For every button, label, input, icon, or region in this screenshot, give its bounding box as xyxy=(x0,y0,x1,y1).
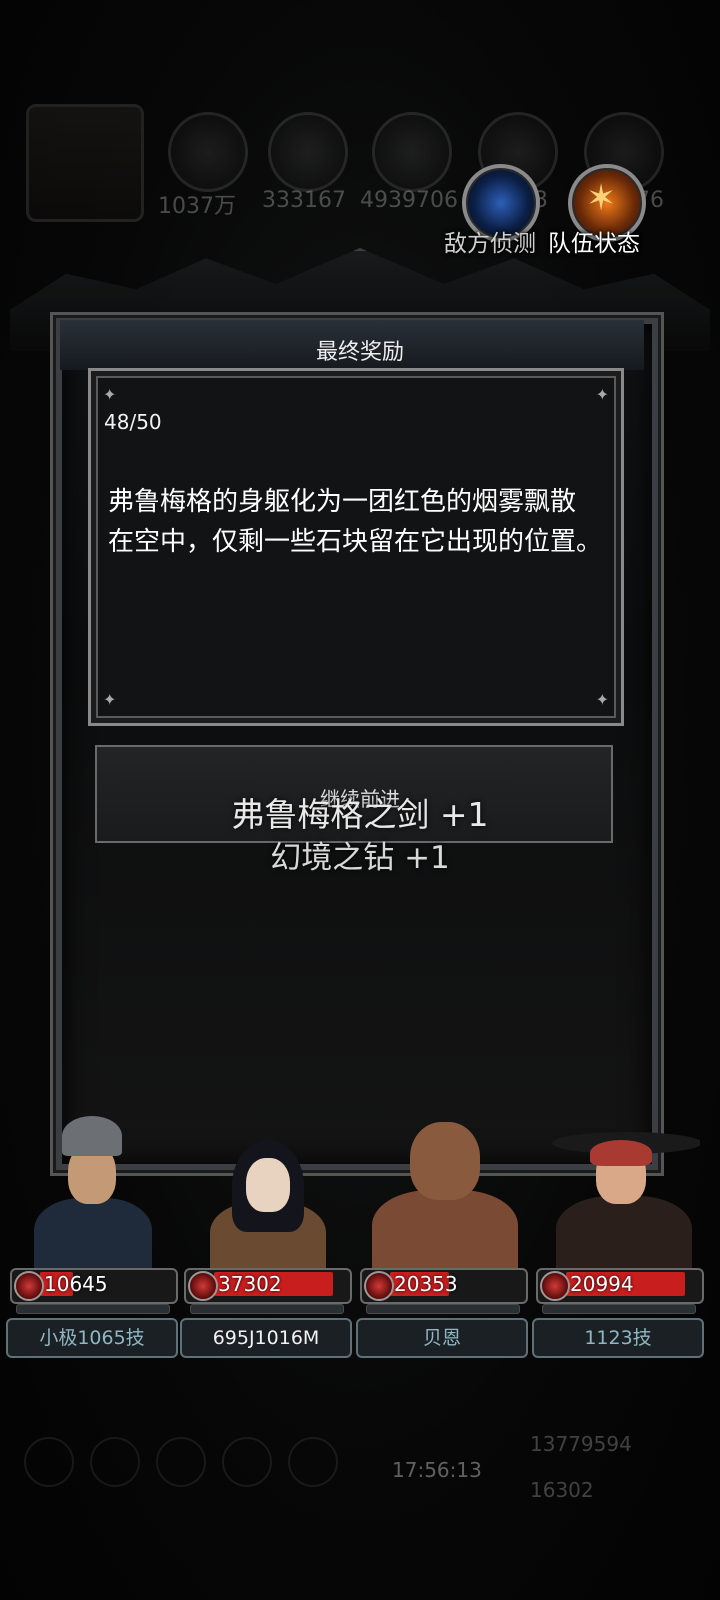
corner-star-icon: ✦ xyxy=(103,385,117,404)
menu-icon xyxy=(156,1437,206,1487)
hero-card[interactable]: 20353 贝恩 xyxy=(356,1110,528,1360)
corner-star-icon: ✦ xyxy=(595,385,609,404)
hero-name: 1123技 xyxy=(532,1318,704,1358)
energy-bar xyxy=(366,1304,520,1314)
story-line: 弗鲁梅格的身躯化为一团红色的烟雾飘散 xyxy=(108,487,577,517)
enemy-scout-label: 敌方侦测 xyxy=(444,231,536,257)
hero-portrait xyxy=(12,1110,174,1268)
hp-value: 20994 xyxy=(570,1272,634,1296)
hp-bar: 37302 xyxy=(184,1268,352,1304)
flame-icon: ✶ xyxy=(586,178,617,219)
resource-count: 333167 xyxy=(262,188,346,213)
hero-name: 贝恩 xyxy=(356,1318,528,1358)
gold-icon xyxy=(168,112,248,192)
gem-count: 16302 xyxy=(530,1478,594,1502)
gold-count: 13779594 xyxy=(530,1432,632,1456)
player-avatar xyxy=(26,104,144,222)
resource-count: 4939706 xyxy=(360,188,458,213)
hero-portrait xyxy=(362,1110,524,1268)
hp-bar: 10645 xyxy=(10,1268,178,1304)
hp-icon xyxy=(540,1271,570,1301)
hero-portrait xyxy=(538,1110,700,1268)
energy-bar xyxy=(190,1304,344,1314)
hero-card[interactable]: 37302 695J1016M xyxy=(180,1110,352,1360)
hero-card[interactable]: 20994 1123技 xyxy=(532,1110,704,1360)
hp-icon xyxy=(188,1271,218,1301)
story-line: 在空中，仅剩一些石块留在它出现的位置。 xyxy=(108,527,603,557)
game-clock: 17:56:13 xyxy=(392,1458,482,1482)
hp-icon xyxy=(364,1271,394,1301)
event-progress: 48/50 xyxy=(104,410,162,434)
resource-icon xyxy=(268,112,348,192)
panel-title: 最终奖励 xyxy=(315,340,404,365)
hero-portrait xyxy=(186,1110,348,1268)
energy-bar xyxy=(16,1304,170,1314)
resource-count: 1037万 xyxy=(158,194,236,219)
reward-item: 弗鲁梅格之剑 +1 xyxy=(231,795,489,834)
menu-icon xyxy=(222,1437,272,1487)
hp-value: 10645 xyxy=(44,1272,108,1296)
menu-icon xyxy=(24,1437,74,1487)
team-status-label: 队伍状态 xyxy=(548,231,640,257)
hero-name: 695J1016M xyxy=(180,1318,352,1358)
hero-card[interactable]: 10645 小极1065技 xyxy=(6,1110,178,1360)
hp-icon xyxy=(14,1271,44,1301)
hp-bar: 20994 xyxy=(536,1268,704,1304)
hp-bar: 20353 xyxy=(360,1268,528,1304)
stone-icon xyxy=(372,112,452,192)
corner-star-icon: ✦ xyxy=(595,690,609,709)
corner-star-icon: ✦ xyxy=(103,690,117,709)
menu-icon xyxy=(90,1437,140,1487)
reward-item: 幻境之钻 +1 xyxy=(270,840,450,876)
energy-bar xyxy=(542,1304,696,1314)
menu-icon xyxy=(288,1437,338,1487)
story-text: 弗鲁梅格的身躯化为一团红色的烟雾飘散 在空中，仅剩一些石块留在它出现的位置。 xyxy=(108,482,608,562)
hp-value: 20353 xyxy=(394,1272,458,1296)
hp-value: 37302 xyxy=(218,1272,282,1296)
hero-name: 小极1065技 xyxy=(6,1318,178,1358)
